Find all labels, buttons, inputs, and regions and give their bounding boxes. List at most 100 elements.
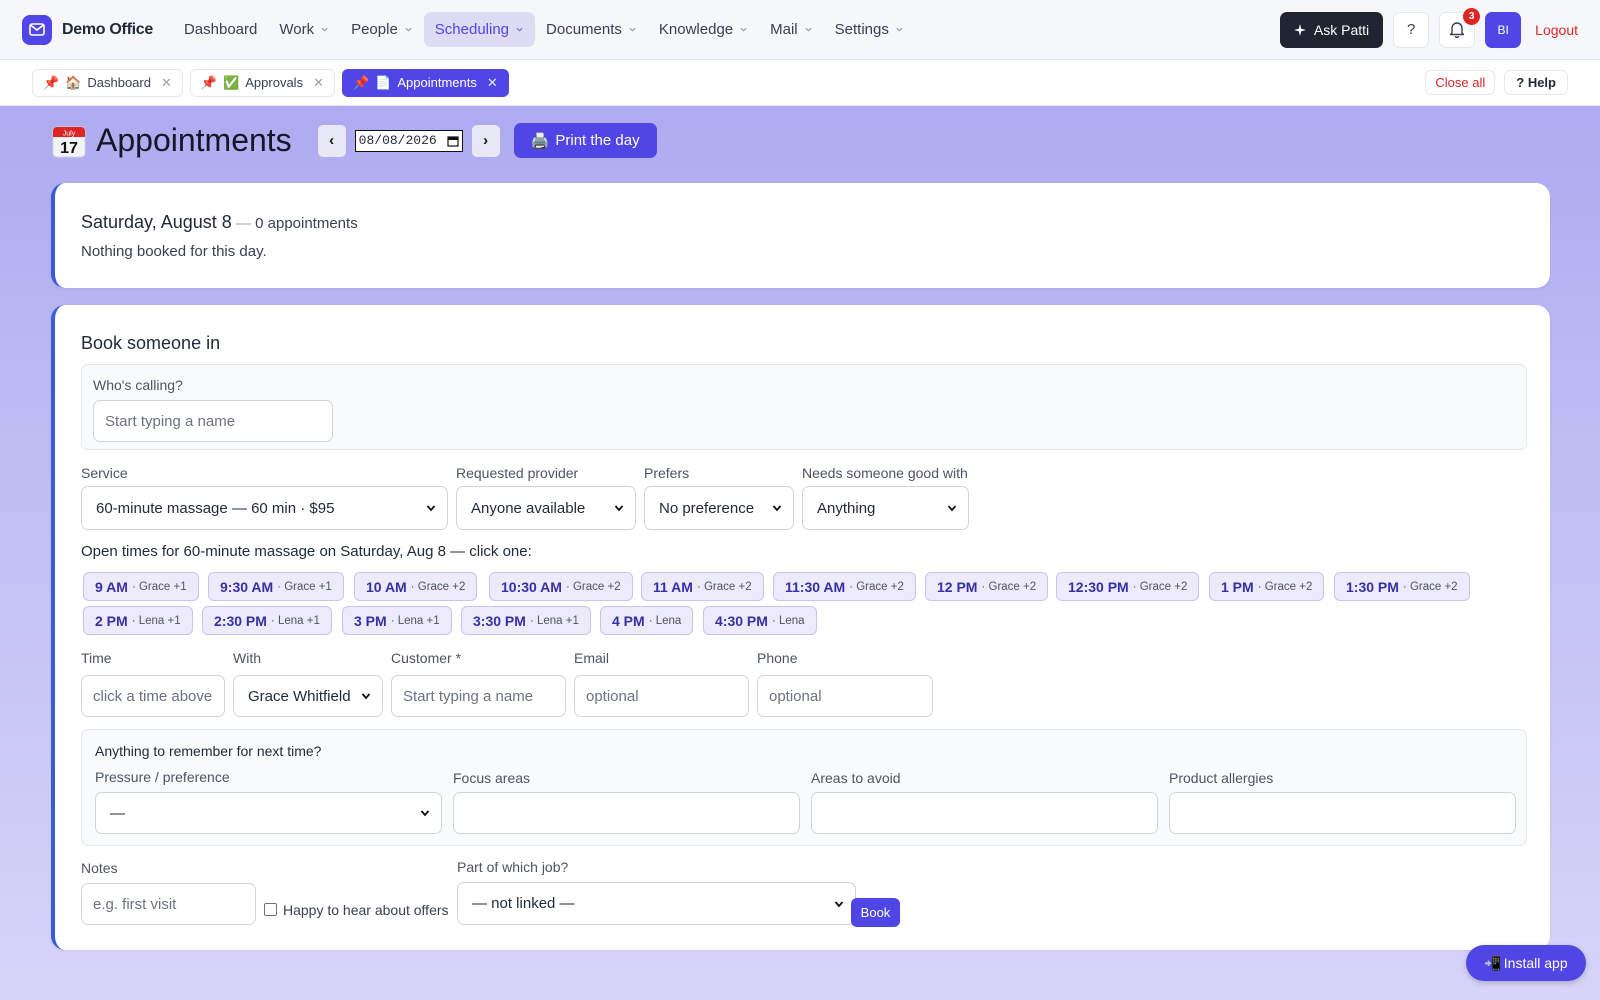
printer-icon: 🖨️ bbox=[530, 132, 550, 150]
time-slot-chip[interactable]: 2:30 PM · Lena +1 bbox=[202, 606, 332, 635]
avatar[interactable]: BI bbox=[1485, 11, 1522, 48]
email-field[interactable]: optional bbox=[574, 675, 749, 717]
time-slot-chip[interactable]: 10 AM · Grace +2 bbox=[354, 572, 478, 601]
nav-work[interactable]: Work bbox=[268, 12, 340, 47]
slot-time: 3 PM bbox=[354, 612, 387, 629]
time-slot-chip[interactable]: 9 AM · Grace +1 bbox=[83, 572, 199, 601]
job-select[interactable]: — not linked — bbox=[457, 882, 856, 925]
pressure-select[interactable]: — bbox=[95, 792, 442, 834]
time-slot-chip[interactable]: 4 PM · Lena bbox=[600, 606, 694, 635]
chevron-down-icon bbox=[405, 27, 412, 32]
email-label: Email bbox=[574, 650, 610, 666]
install-label: Install app bbox=[1503, 955, 1568, 971]
nav-label: Scheduling bbox=[434, 21, 510, 38]
document-icon: 📄 bbox=[375, 74, 392, 90]
time-slot-chip[interactable]: 3:30 PM · Lena +1 bbox=[461, 606, 591, 635]
nav-dashboard[interactable]: Dashboard bbox=[173, 12, 268, 47]
close-icon[interactable]: ✕ bbox=[313, 75, 324, 91]
date-input[interactable]: 08/08/2026 bbox=[354, 129, 463, 152]
nav-knowledge[interactable]: Knowledge bbox=[648, 12, 759, 47]
book-button[interactable]: Book bbox=[851, 898, 900, 927]
slot-provider: · Grace +2 bbox=[1402, 580, 1458, 593]
time-slot-chip[interactable]: 1:30 PM · Grace +2 bbox=[1334, 572, 1470, 601]
caller-label: Who's calling? bbox=[93, 377, 183, 393]
tab-approvals[interactable]: 📌 ✅ Approvals ✕ bbox=[189, 68, 335, 97]
provider-value: Anyone available bbox=[471, 499, 586, 517]
bell-icon bbox=[1449, 22, 1465, 38]
time-slot-chip[interactable]: 12:30 PM · Grace +2 bbox=[1056, 572, 1200, 601]
chevron-down-icon bbox=[772, 505, 782, 512]
brand[interactable]: Demo Office bbox=[22, 14, 153, 45]
phone-placeholder: optional bbox=[769, 687, 822, 705]
time-slot-chip[interactable]: 11 AM · Grace +2 bbox=[641, 572, 764, 601]
notes-input[interactable]: e.g. first visit bbox=[81, 883, 256, 925]
slot-provider: · Lena +1 bbox=[270, 614, 320, 627]
focus-areas-input[interactable] bbox=[453, 792, 800, 834]
close-icon[interactable]: ✕ bbox=[161, 75, 172, 91]
offers-checkbox[interactable] bbox=[264, 903, 277, 916]
time-label: Time bbox=[81, 650, 112, 666]
time-slot-chip[interactable]: 4:30 PM · Lena bbox=[703, 606, 817, 635]
appointment-count: 0 appointments bbox=[255, 215, 358, 232]
phone-field[interactable]: optional bbox=[757, 675, 933, 717]
time-slot-chip[interactable]: 12 PM · Grace +2 bbox=[925, 572, 1049, 601]
help-icon[interactable]: ? bbox=[1393, 11, 1430, 48]
tab-appointments[interactable]: 📌 📄 Appointments ✕ bbox=[341, 68, 509, 97]
chevron-down-icon bbox=[629, 27, 636, 32]
time-slot-chip[interactable]: 11:30 AM · Grace +2 bbox=[773, 572, 916, 601]
chevron-down-icon bbox=[361, 693, 371, 700]
service-select[interactable]: 60-minute massage — 60 min · $95 bbox=[81, 486, 448, 530]
nav-people[interactable]: People bbox=[340, 12, 424, 47]
day-summary-card: Saturday, August 8 — 0 appointments Noth… bbox=[51, 183, 1550, 288]
nav-label: Knowledge bbox=[658, 21, 734, 38]
with-select[interactable]: Grace Whitfield bbox=[233, 675, 383, 717]
next-day-button[interactable]: › bbox=[471, 124, 500, 157]
notifications-button[interactable]: 3 bbox=[1439, 7, 1481, 48]
customer-input[interactable]: Start typing a name bbox=[391, 675, 566, 717]
time-slot-chip[interactable]: 1 PM · Grace +2 bbox=[1209, 572, 1325, 601]
needs-select[interactable]: Anything bbox=[802, 486, 969, 530]
time-slot-chip[interactable]: 10:30 AM · Grace +2 bbox=[489, 572, 633, 601]
caller-placeholder: Start typing a name bbox=[105, 412, 236, 430]
install-app-button[interactable]: 📲 Install app bbox=[1466, 945, 1586, 981]
time-field[interactable]: click a time above bbox=[81, 675, 225, 717]
previous-day-button[interactable]: ‹ bbox=[317, 124, 346, 157]
time-slot-chip[interactable]: 9:30 AM · Grace +1 bbox=[208, 572, 344, 601]
pin-icon: 📌 bbox=[43, 74, 60, 90]
print-day-button[interactable]: 🖨️ Print the day bbox=[513, 123, 657, 158]
phone-label: Phone bbox=[757, 650, 798, 666]
slot-time: 4:30 PM bbox=[715, 612, 768, 629]
day-title: Saturday, August 8 — 0 appointments bbox=[81, 212, 358, 233]
top-nav: Demo Office Dashboard Work People Schedu… bbox=[0, 0, 1600, 60]
time-slot-chip[interactable]: 2 PM · Lena +1 bbox=[83, 606, 193, 635]
help-button[interactable]: ? Help bbox=[1504, 70, 1568, 95]
calendar-day: 17 bbox=[60, 140, 78, 157]
slot-provider: · Grace +1 bbox=[277, 580, 332, 593]
allergies-input[interactable] bbox=[1169, 792, 1516, 834]
nav-settings[interactable]: Settings bbox=[824, 12, 915, 47]
prefers-select[interactable]: No preference bbox=[644, 486, 794, 530]
caller-search-input[interactable]: Start typing a name bbox=[93, 400, 333, 442]
date-value: 08/08/2026 bbox=[358, 133, 437, 148]
ask-patti-button[interactable]: Ask Patti bbox=[1279, 11, 1384, 48]
chevron-down-icon bbox=[426, 505, 436, 512]
calendar-picker-icon[interactable] bbox=[447, 135, 459, 147]
provider-select[interactable]: Anyone available bbox=[456, 486, 636, 530]
nav-mail[interactable]: Mail bbox=[759, 12, 824, 47]
slot-provider: · Grace +2 bbox=[565, 580, 621, 593]
job-label: Part of which job? bbox=[457, 859, 569, 875]
nav-label: Mail bbox=[770, 21, 798, 38]
page-title: Appointments bbox=[96, 122, 292, 158]
close-icon[interactable]: ✕ bbox=[487, 75, 498, 91]
nav-scheduling[interactable]: Scheduling bbox=[423, 12, 536, 47]
tab-dashboard[interactable]: 📌 🏠 Dashboard ✕ bbox=[32, 68, 183, 97]
nav-label: People bbox=[351, 21, 398, 38]
remember-title: Anything to remember for next time? bbox=[95, 743, 322, 759]
avoid-areas-input[interactable] bbox=[811, 792, 1158, 834]
logout-link[interactable]: Logout bbox=[1535, 22, 1578, 38]
calendar-icon: July 17 bbox=[52, 124, 86, 158]
nav-documents[interactable]: Documents bbox=[535, 12, 648, 47]
close-all-button[interactable]: Close all bbox=[1425, 70, 1496, 95]
mail-logo-icon bbox=[22, 14, 52, 45]
time-slot-chip[interactable]: 3 PM · Lena +1 bbox=[342, 606, 452, 635]
